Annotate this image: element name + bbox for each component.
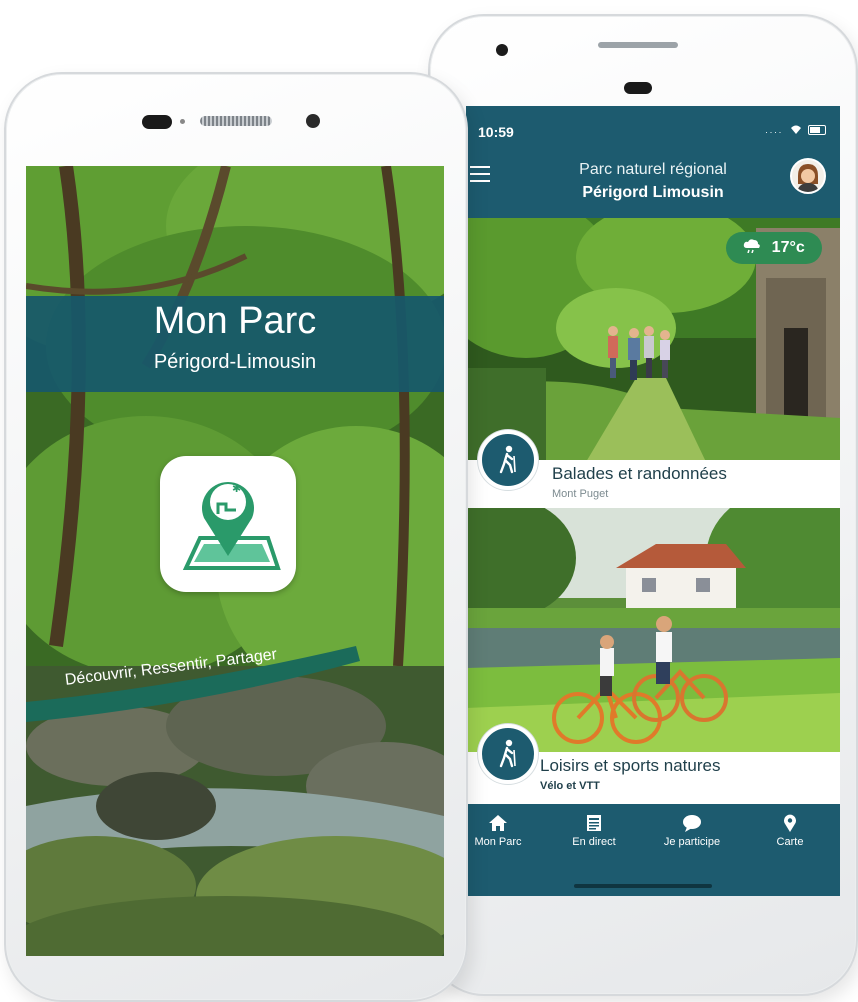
user-avatar[interactable] xyxy=(790,158,826,194)
tab-mon-parc[interactable]: Mon Parc xyxy=(466,814,544,848)
card-subtitle: Vélo et VTT xyxy=(540,780,600,792)
app-subtitle: Périgord-Limousin xyxy=(153,351,317,373)
tab-en-direct[interactable]: En direct xyxy=(548,814,640,848)
category-badge xyxy=(478,724,538,784)
app-title: Mon Parc xyxy=(153,300,317,342)
bottom-tab-bar: Mon Parc En direct Je participe Carte xyxy=(466,804,840,896)
app-header: 10:59 .... Parc naturel régional Périgor… xyxy=(466,106,840,218)
proximity-sensor xyxy=(624,82,652,94)
tab-je-participe[interactable]: Je participe xyxy=(646,814,738,848)
tab-label: En direct xyxy=(572,836,616,848)
hiker-icon xyxy=(499,445,516,474)
front-camera xyxy=(496,44,508,56)
earpiece-speaker xyxy=(200,116,272,126)
home-icon xyxy=(489,815,507,831)
status-time: 10:59 xyxy=(478,124,514,140)
news-icon xyxy=(587,815,601,831)
card-title: Balades et randonnées xyxy=(552,464,727,483)
card-subtitle: Mont Puget xyxy=(552,488,609,500)
map-pin-park-icon: ✱ xyxy=(182,482,281,570)
hiker-icon xyxy=(499,739,516,768)
app-logo: ✱ xyxy=(160,456,296,592)
chat-icon xyxy=(683,815,701,832)
card-title: Loisirs et sports natures xyxy=(540,756,721,775)
tab-carte[interactable]: Carte xyxy=(744,814,836,848)
cloud-rain-icon xyxy=(744,239,761,254)
category-badge xyxy=(478,430,538,490)
card-image-cycling[interactable] xyxy=(466,508,840,756)
signal-dots: .... xyxy=(765,125,784,135)
tab-label: Mon Parc xyxy=(474,836,522,848)
splash-screen: Mon Parc Périgord-Limousin ✱ Découvrir, … xyxy=(26,166,444,956)
status-bar-icons: .... xyxy=(765,122,826,136)
tab-label: Carte xyxy=(776,836,804,848)
front-camera xyxy=(306,114,320,128)
app-screen: 10:59 .... Parc naturel régional Périgor… xyxy=(466,106,840,896)
header-line-1: Parc naturel régional xyxy=(579,161,727,178)
map-pin-icon xyxy=(784,814,796,832)
header-line-2: Périgord Limousin xyxy=(582,184,724,201)
home-indicator[interactable] xyxy=(574,884,712,888)
earpiece-speaker xyxy=(598,42,678,48)
tab-label: Je participe xyxy=(663,836,721,848)
svg-text:✱: ✱ xyxy=(232,482,241,495)
battery-icon xyxy=(808,124,826,135)
splash-title-banner: Mon Parc Périgord-Limousin xyxy=(26,296,444,392)
weather-temperature: 17°c xyxy=(771,239,805,256)
sensor-dot xyxy=(180,119,185,124)
weather-badge: 17°c xyxy=(726,232,822,264)
wifi-icon xyxy=(790,125,801,135)
proximity-sensor xyxy=(142,115,172,129)
